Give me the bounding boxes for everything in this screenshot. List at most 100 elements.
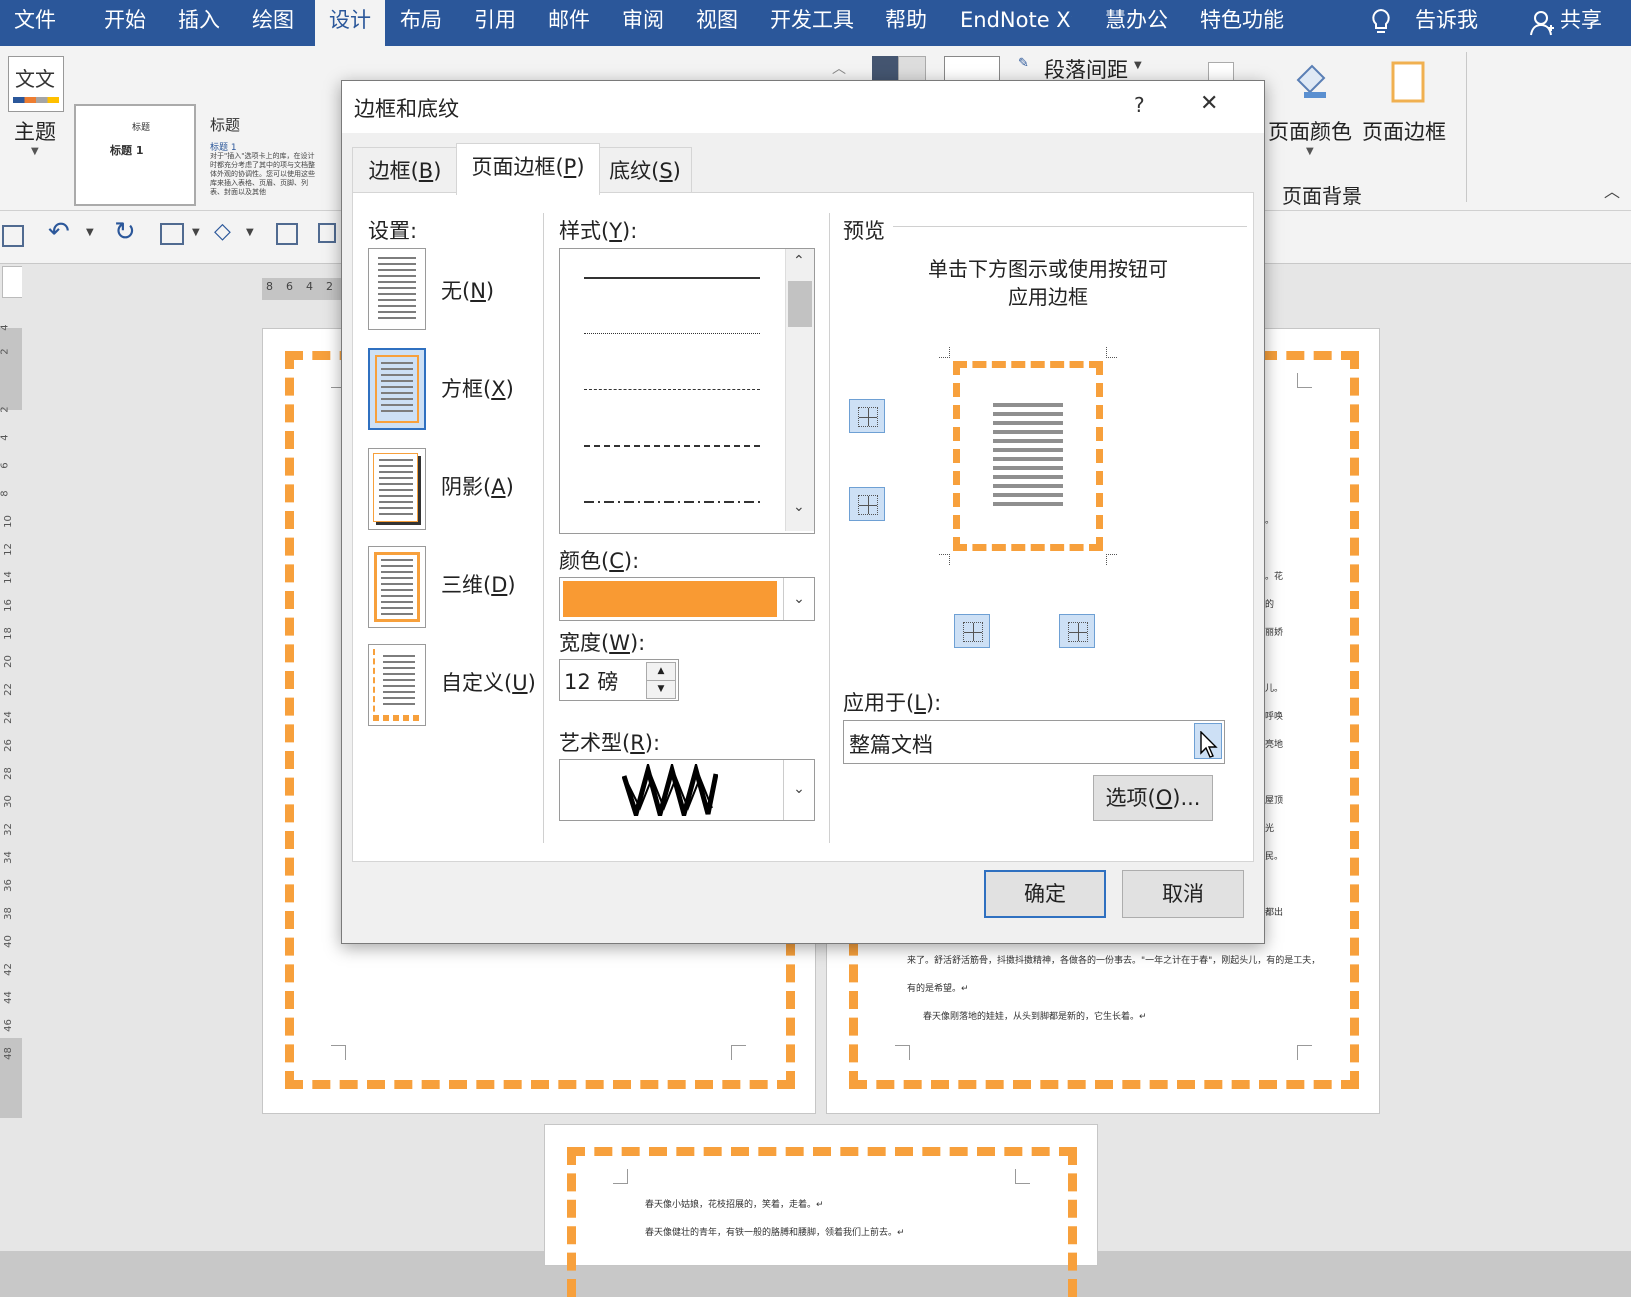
tab-page-border[interactable]: 页面边框(P) xyxy=(456,143,600,195)
bottom-border-button[interactable] xyxy=(849,487,885,521)
setting-custom-label[interactable]: 自定义(U) xyxy=(441,667,536,697)
style-gallery-item-1[interactable]: 标题 标题 1 xyxy=(74,104,196,206)
art-label-text: 艺术型 xyxy=(559,731,622,755)
setting-box-thumb[interactable] xyxy=(368,348,426,430)
vruler-number: 32 xyxy=(2,823,14,836)
crop-mark xyxy=(939,347,950,358)
crop-mark xyxy=(1106,554,1117,565)
help-icon[interactable]: ? xyxy=(1134,93,1145,117)
textbox-icon[interactable] xyxy=(276,223,298,245)
options-button[interactable]: 选项(O)... xyxy=(1093,775,1213,821)
dialog-title-bar[interactable]: 边框和底纹 ? ✕ xyxy=(342,81,1264,133)
tab-special[interactable]: 特色功能 xyxy=(1200,0,1284,46)
setting-custom-thumb[interactable] xyxy=(368,644,426,726)
ok-button[interactable]: 确定 xyxy=(984,870,1106,918)
scroll-up-icon[interactable]: ⌃ xyxy=(793,253,805,269)
style-scrollbar[interactable]: ⌃ ⌄ xyxy=(785,249,814,531)
document-page[interactable]: 春天像小姑娘，花枝招展的，笑着，走着。↵ 春天像健壮的青年，有铁一般的胳膊和腰脚… xyxy=(544,1124,1098,1297)
setting-3d-thumb[interactable] xyxy=(368,546,426,628)
style-dotted-line[interactable] xyxy=(584,333,760,334)
gallery-title: 标题 xyxy=(132,123,151,133)
color-dropdown[interactable]: ⌄ xyxy=(559,577,815,621)
tab-layout[interactable]: 布局 xyxy=(400,0,442,46)
tab-insert[interactable]: 插入 xyxy=(178,0,220,46)
theme-icon-glyph: 文文 xyxy=(15,67,55,91)
vruler-number: 38 xyxy=(2,907,14,920)
redo-icon[interactable]: ↻ xyxy=(114,217,136,247)
top-border-button[interactable] xyxy=(849,399,885,433)
page-borders-icon[interactable] xyxy=(1390,60,1426,109)
style-dash-dot-line[interactable] xyxy=(584,501,760,503)
dialog-title: 边框和底纹 xyxy=(354,97,459,121)
undo-icon[interactable]: ↶ xyxy=(48,217,70,247)
chevron-down-icon[interactable]: ▼ xyxy=(86,227,94,238)
vruler-number: 4 xyxy=(0,324,11,331)
tab-view[interactable]: 视图 xyxy=(696,0,738,46)
style-solid-line[interactable] xyxy=(584,277,760,279)
print-layout-icon[interactable] xyxy=(160,223,184,245)
chevron-down-icon[interactable]: ⌄ xyxy=(783,578,814,620)
style-dashed-line[interactable] xyxy=(584,445,760,447)
tab-selector[interactable] xyxy=(2,266,24,298)
preview-page[interactable] xyxy=(939,347,1117,565)
tab-borders[interactable]: 边框(B) xyxy=(352,147,458,194)
theme-dropdown-icon[interactable]: ▼ xyxy=(31,146,39,157)
tab-design[interactable]: 设计 xyxy=(315,0,385,46)
scroll-down-icon[interactable]: ⌄ xyxy=(793,499,805,515)
setting-box-label[interactable]: 方框(X) xyxy=(441,373,514,403)
tab-developer[interactable]: 开发工具 xyxy=(770,0,854,46)
more-commands-icon[interactable] xyxy=(318,223,336,243)
setting-text: 方框 xyxy=(441,377,483,401)
ruler-number: 8 xyxy=(266,280,273,293)
chevron-down-icon[interactable]: ⌄ xyxy=(783,760,814,820)
tab-review[interactable]: 审阅 xyxy=(622,0,664,46)
thumb-custom-left xyxy=(373,649,375,721)
width-spinner[interactable]: 12 磅 ▲ ▼ xyxy=(559,659,679,701)
art-dropdown[interactable]: ⌄ xyxy=(559,759,815,824)
tab-file[interactable]: 文件 xyxy=(14,0,70,46)
setting-none-label[interactable]: 无(N) xyxy=(441,275,494,305)
collapse-ribbon-icon[interactable]: ︿ xyxy=(1604,178,1620,202)
page-color-button[interactable]: 页面颜色 xyxy=(1268,116,1352,146)
close-icon[interactable]: ✕ xyxy=(1200,91,1218,116)
tab-mailings[interactable]: 邮件 xyxy=(548,0,590,46)
left-border-button[interactable] xyxy=(954,614,990,648)
scroll-thumb[interactable] xyxy=(788,281,812,327)
line-style-list[interactable]: ⌃ ⌄ xyxy=(559,248,815,534)
theme-icon[interactable]: 文文 xyxy=(8,56,64,112)
chevron-down-icon[interactable]: ▼ xyxy=(1306,146,1314,157)
width-value[interactable]: 12 磅 xyxy=(564,666,618,696)
tab-draw[interactable]: 绘图 xyxy=(252,0,294,46)
save-icon[interactable] xyxy=(2,225,24,247)
tab-help[interactable]: 帮助 xyxy=(885,0,927,46)
shapes-icon[interactable]: ◇ xyxy=(214,219,231,244)
tab-endnote[interactable]: EndNote X9 xyxy=(960,0,1072,46)
tab-references[interactable]: 引用 xyxy=(474,0,516,46)
vruler-number: 34 xyxy=(2,851,14,864)
spin-up-icon[interactable]: ▲ xyxy=(646,662,676,681)
right-border-button[interactable] xyxy=(1059,614,1095,648)
tab-shading[interactable]: 底纹(S) xyxy=(598,147,692,194)
setting-shadow-thumb[interactable] xyxy=(368,448,426,530)
cancel-button[interactable]: 取消 xyxy=(1122,870,1244,918)
chevron-down-icon[interactable]: ▼ xyxy=(192,227,200,238)
tell-me-search[interactable]: 告诉我 xyxy=(1415,0,1478,46)
tab-huibangong[interactable]: 慧办公 xyxy=(1105,0,1168,46)
page-color-icon[interactable] xyxy=(1290,60,1332,107)
spin-down-icon[interactable]: ▼ xyxy=(646,680,676,699)
apply-to-dropdown[interactable]: 整篇文档 ⌄ xyxy=(843,720,1225,764)
chevron-down-icon[interactable]: ▼ xyxy=(1134,60,1142,71)
page-borders-button[interactable]: 页面边框 xyxy=(1362,116,1446,146)
setting-none-thumb[interactable] xyxy=(368,248,426,330)
tab-home[interactable]: 开始 xyxy=(104,0,146,46)
setting-3d-label[interactable]: 三维(D) xyxy=(441,569,516,599)
lightbulb-icon[interactable] xyxy=(1370,8,1392,41)
setting-shadow-label[interactable]: 阴影(A) xyxy=(441,471,514,501)
setting-text: 三维 xyxy=(441,573,483,597)
chevron-down-icon[interactable]: ▼ xyxy=(246,227,254,238)
style-dashed-small-line[interactable] xyxy=(584,389,760,390)
gallery-scroll-up-icon[interactable]: ︿ xyxy=(832,58,846,78)
theme-label[interactable]: 主题 xyxy=(14,116,56,146)
style-gallery-item-2[interactable]: 标题 标题 1 对于"插入"选项卡上的库，在设计时都充分考虑了其中的项与文档整体… xyxy=(198,104,326,202)
share-button[interactable]: 共享 xyxy=(1560,0,1602,46)
